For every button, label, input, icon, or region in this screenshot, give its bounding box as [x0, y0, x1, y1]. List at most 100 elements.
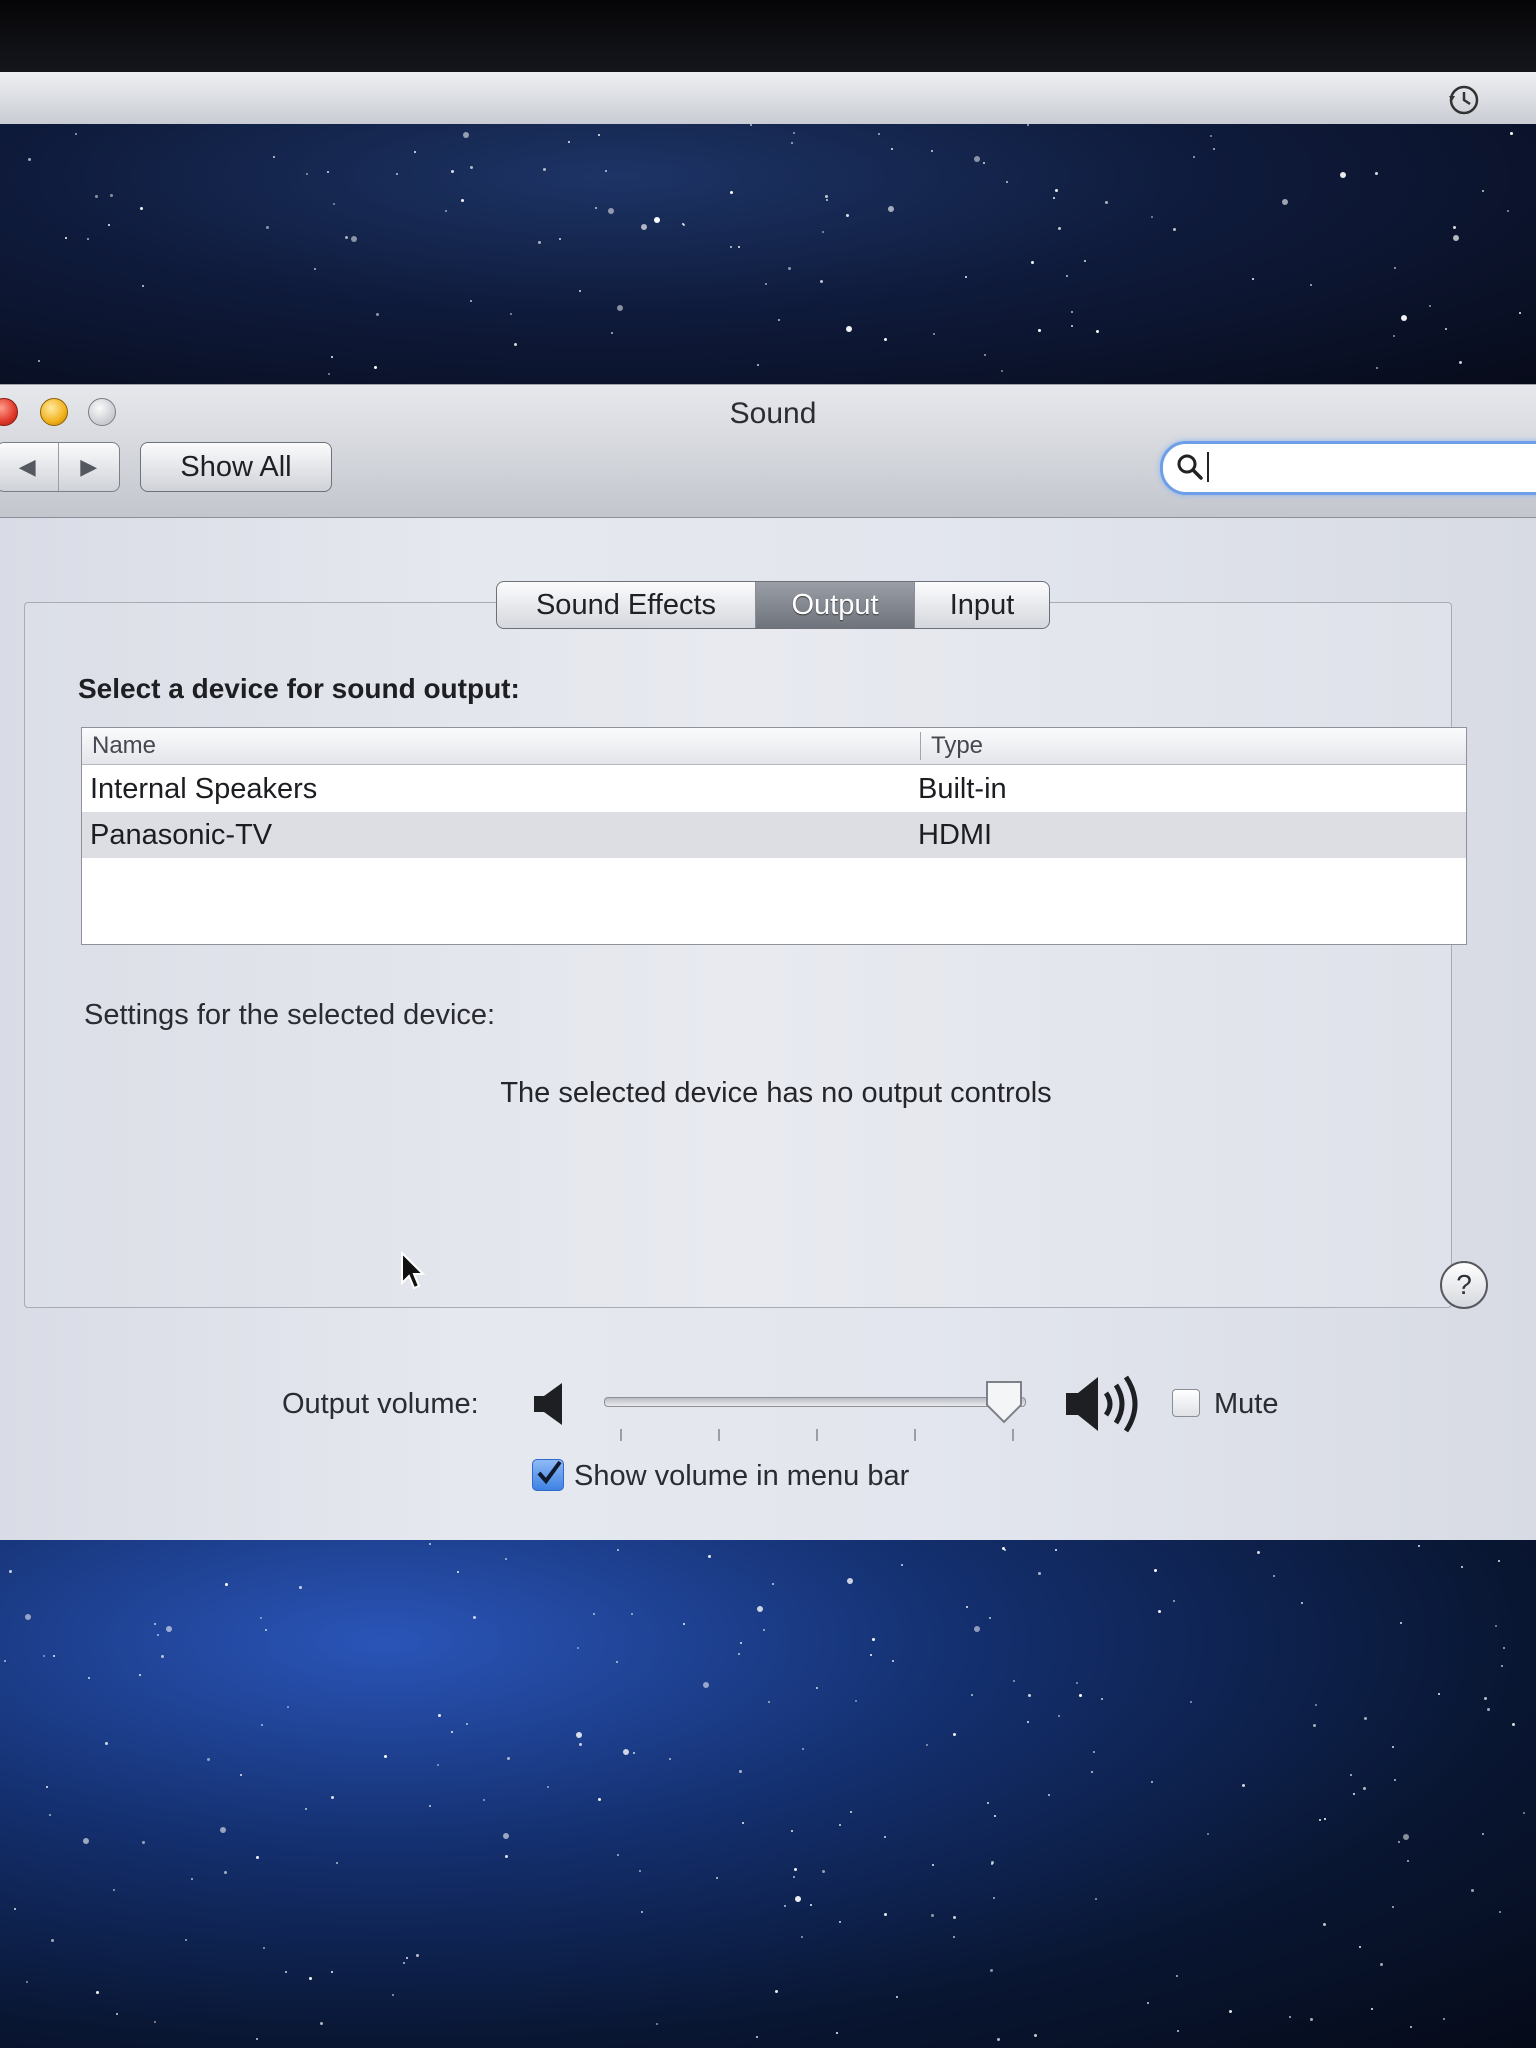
star [1091, 1771, 1093, 1773]
mouse-pointer-icon [401, 1251, 426, 1290]
star [901, 1564, 903, 1566]
star [617, 1549, 619, 1551]
star [1066, 275, 1068, 277]
star [850, 1811, 852, 1813]
star [778, 319, 780, 321]
star [1151, 216, 1153, 218]
star [1282, 199, 1288, 205]
star [656, 2023, 658, 2025]
star [593, 1613, 595, 1615]
star [953, 1733, 956, 1736]
star [406, 1957, 408, 1959]
sound-preferences-window: Sound ◀ ▶ Show All Sound Effects Output … [0, 384, 1536, 1541]
search-input[interactable] [1160, 441, 1536, 495]
tab-output[interactable]: Output [756, 582, 915, 628]
desktop-background-top [0, 124, 1536, 386]
star [1392, 1906, 1394, 1908]
star [1034, 2034, 1037, 2037]
output-volume-label: Output volume: [282, 1388, 479, 1420]
star [1453, 226, 1456, 229]
device-type: HDMI [918, 819, 993, 851]
back-button[interactable]: ◀ [0, 443, 59, 491]
speaker-high-icon [1066, 1375, 1138, 1433]
star [309, 1977, 312, 1980]
star [445, 210, 447, 212]
mute-label[interactable]: Mute [1214, 1388, 1278, 1421]
star [1207, 1833, 1209, 1835]
star [775, 1990, 778, 1993]
star [1076, 1682, 1078, 1684]
star [26, 1981, 28, 1983]
star [1495, 1625, 1497, 1627]
star [1079, 1694, 1082, 1697]
star [220, 1827, 226, 1833]
star [1058, 1715, 1060, 1717]
settings-label: Settings for the selected device: [84, 999, 496, 1031]
show-all-button[interactable]: Show All [140, 442, 332, 492]
star [154, 1623, 156, 1625]
star [1392, 1746, 1394, 1748]
star [847, 1578, 853, 1584]
star [463, 132, 469, 138]
star [739, 1770, 742, 1773]
star [328, 373, 330, 375]
star [351, 236, 357, 242]
star [559, 238, 561, 240]
table-row[interactable]: Internal Speakers Built-in [82, 766, 1466, 812]
volume-slider-track[interactable] [604, 1397, 1026, 1407]
star [788, 267, 791, 270]
star [65, 237, 67, 239]
star [28, 158, 31, 161]
table-row-selected[interactable]: Panasonic-TV HDMI [82, 812, 1466, 858]
star [261, 1724, 263, 1726]
tab-input[interactable]: Input [915, 582, 1049, 628]
star [1503, 1647, 1505, 1649]
star [791, 1830, 793, 1832]
volume-slider-knob[interactable] [984, 1379, 1024, 1425]
forward-button[interactable]: ▶ [59, 443, 120, 491]
star [1498, 1560, 1500, 1562]
star [514, 343, 517, 346]
star [1461, 1566, 1463, 1568]
star [266, 226, 269, 229]
star [396, 173, 398, 175]
star [108, 224, 110, 226]
star [641, 1911, 643, 1913]
star [1151, 1781, 1153, 1783]
star [414, 151, 416, 153]
star [1407, 1860, 1409, 1862]
tab-sound-effects[interactable]: Sound Effects [497, 582, 756, 628]
help-button[interactable]: ? [1440, 1261, 1488, 1309]
show-volume-label[interactable]: Show volume in menu bar [574, 1460, 909, 1493]
star [320, 2022, 323, 2025]
star [730, 246, 732, 248]
star [931, 1914, 934, 1917]
column-header-type[interactable]: Type [920, 732, 983, 760]
star [1445, 328, 1447, 330]
column-header-name[interactable]: Name [92, 732, 156, 760]
star [633, 1752, 635, 1754]
star [1512, 1723, 1515, 1726]
star [878, 133, 880, 135]
star [225, 1583, 228, 1586]
star [1173, 228, 1176, 231]
star [1027, 1721, 1029, 1723]
star [505, 1558, 507, 1560]
show-volume-checkbox[interactable] [532, 1459, 564, 1491]
star [1105, 201, 1108, 204]
time-machine-icon[interactable] [1446, 82, 1482, 118]
star [14, 1908, 16, 1910]
star [336, 1862, 338, 1864]
star [1006, 181, 1008, 183]
window-title: Sound [729, 397, 817, 430]
star [1403, 1834, 1409, 1840]
star [816, 1687, 818, 1689]
back-forward-control: ◀ ▶ [0, 442, 120, 492]
star [892, 1660, 894, 1662]
star [285, 1971, 287, 1973]
star [1084, 260, 1086, 262]
mute-checkbox[interactable] [1172, 1389, 1200, 1417]
star [1410, 2026, 1412, 2028]
star [595, 207, 597, 209]
star [997, 2038, 1000, 2041]
